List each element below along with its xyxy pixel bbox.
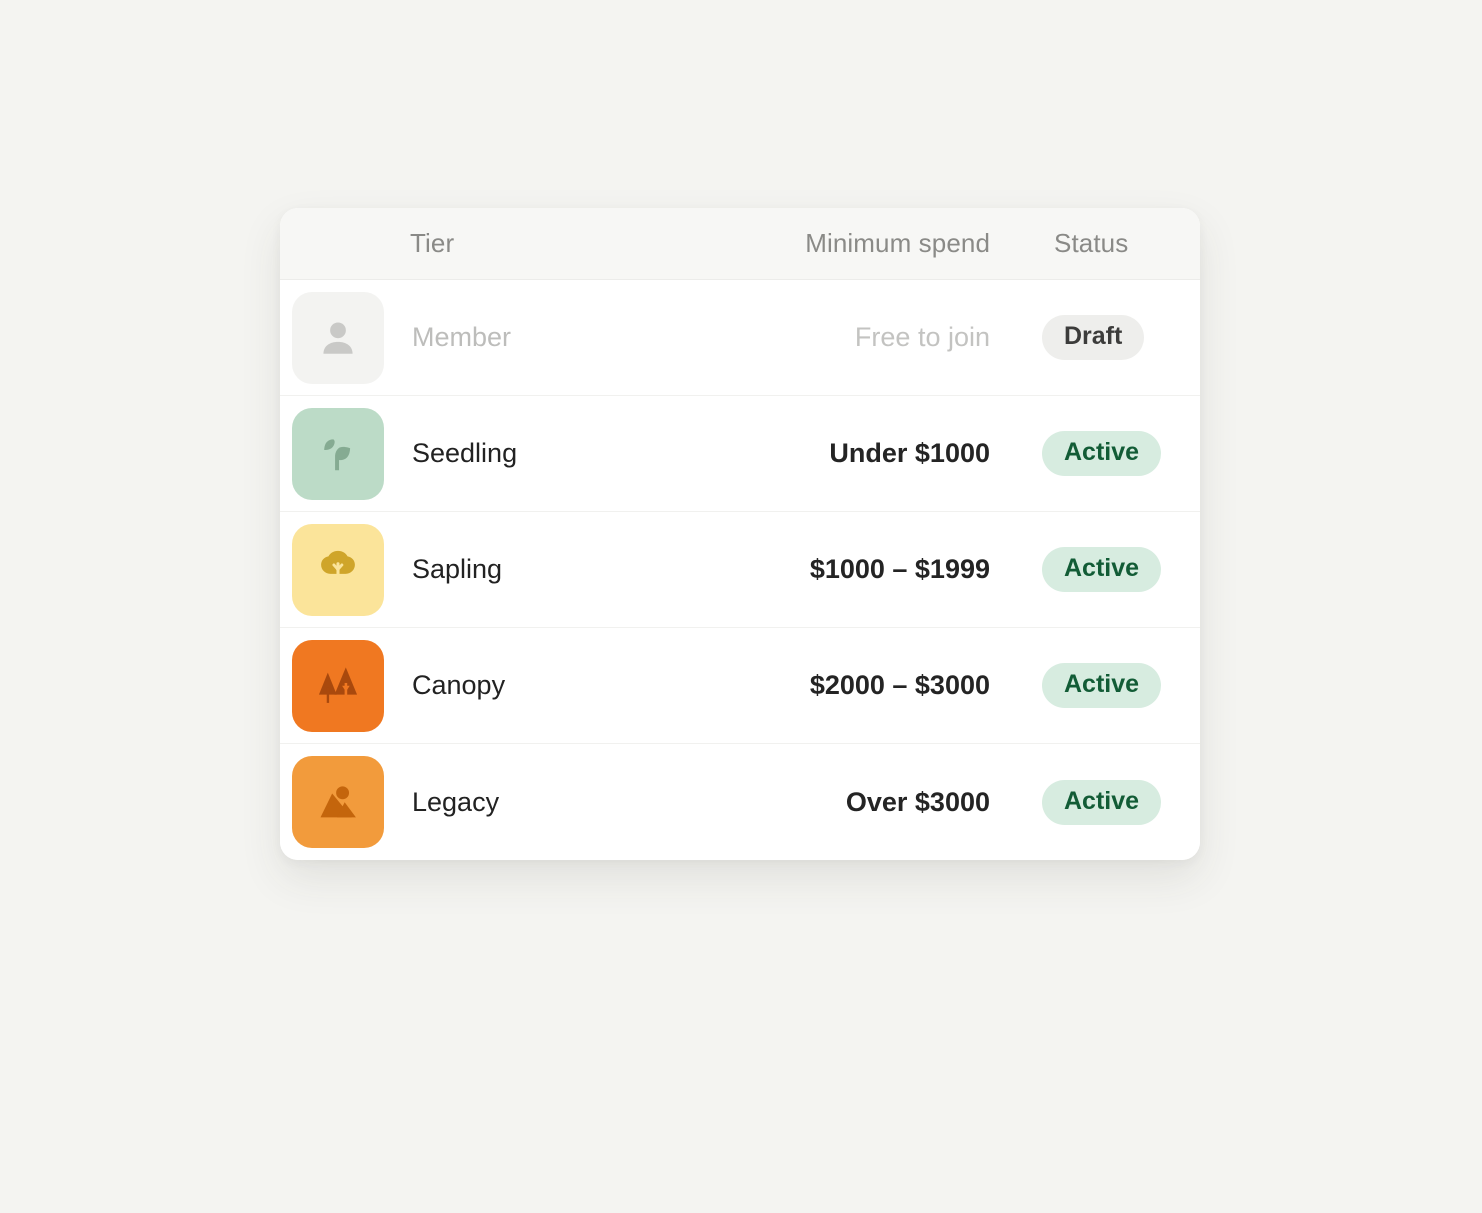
cell-tier: Legacy <box>280 756 762 848</box>
column-header-tier: Tier <box>410 228 455 258</box>
cell-minimum-spend: Under $1000 <box>829 438 990 468</box>
cell-status: Active <box>990 779 1200 825</box>
table-row[interactable]: Legacy Over $3000 Active <box>280 744 1200 860</box>
status-badge: Active <box>1042 663 1162 708</box>
cell-minimum-spend: $2000 – $3000 <box>809 670 990 700</box>
tier-name: Seedling <box>412 438 518 468</box>
page-root: Tier Minimum spend Status Member Free to… <box>0 0 1482 1213</box>
table-row[interactable]: Seedling Under $1000 Active <box>280 396 1200 512</box>
column-header-status: Status <box>1054 228 1129 258</box>
table-row[interactable]: Sapling $1000 – $1999 Active <box>280 512 1200 628</box>
cell-tier: Sapling <box>280 523 762 616</box>
cell-tier: Canopy <box>280 639 762 732</box>
cell-tier: Member <box>280 291 762 384</box>
table-row[interactable]: Member Free to join Draft <box>280 280 1200 396</box>
cell-minimum-spend: Free to join <box>854 322 990 352</box>
tree-icon <box>292 523 384 616</box>
cell-status: Draft <box>990 315 1200 360</box>
cell-status: Active <box>990 663 1200 708</box>
tier-table-card: Tier Minimum spend Status Member Free to… <box>280 208 1200 860</box>
pine-trees-icon <box>292 639 384 732</box>
table-header-row: Tier Minimum spend Status <box>280 208 1200 280</box>
cell-status: Active <box>990 547 1200 592</box>
mountain-icon <box>292 756 384 848</box>
cell-minimum-spend: $1000 – $1999 <box>809 554 990 584</box>
status-badge: Draft <box>1042 315 1145 360</box>
cell-minimum-spend: Over $3000 <box>845 786 990 817</box>
cell-tier: Seedling <box>280 407 762 500</box>
table-body: Member Free to join Draft Seedling Under… <box>280 280 1200 860</box>
status-badge: Active <box>1042 779 1162 825</box>
cell-status: Active <box>990 431 1200 476</box>
tier-name: Legacy <box>412 786 500 817</box>
table-row[interactable]: Canopy $2000 – $3000 Active <box>280 628 1200 744</box>
column-header-minimum-spend: Minimum spend <box>805 228 990 258</box>
sprout-icon <box>292 407 384 500</box>
status-badge: Active <box>1042 431 1162 476</box>
tier-name: Sapling <box>412 554 503 584</box>
status-badge: Active <box>1042 547 1162 592</box>
person-avatar-icon <box>292 291 384 384</box>
tier-name: Canopy <box>412 670 506 700</box>
tier-name: Member <box>412 322 512 352</box>
